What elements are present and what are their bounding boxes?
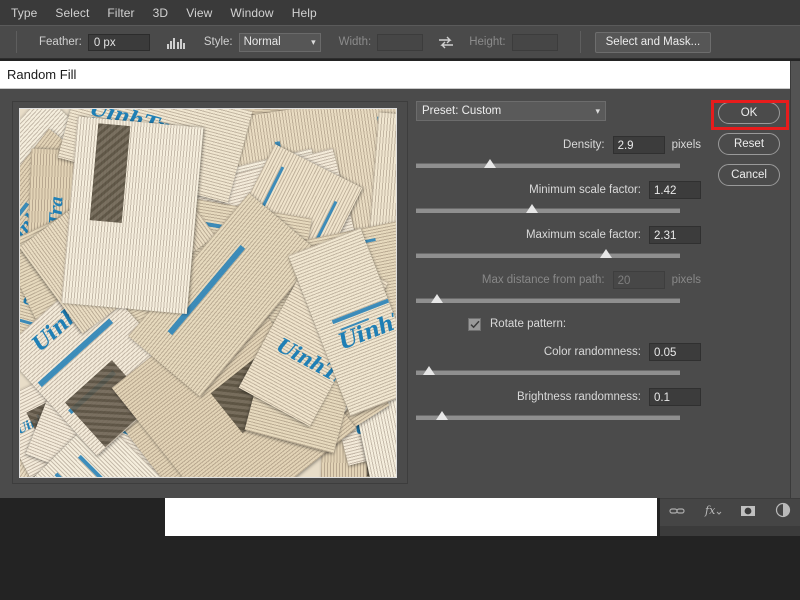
random-fill-dialog: Random Fill UinhTraUinhTraUinhTraUinhTra… <box>0 61 790 498</box>
slider-thumb[interactable] <box>600 249 613 258</box>
menu-item-select[interactable]: Select <box>46 3 98 23</box>
svg-text:fx: fx <box>704 504 716 517</box>
preset-select[interactable]: Preset: Custom ▾ <box>416 101 606 121</box>
slider-track <box>416 253 680 258</box>
control-density: Density: 2.9 pixels <box>416 135 701 171</box>
style-label: Style: <box>203 36 233 48</box>
layers-panel-toolbar: fx <box>660 498 800 526</box>
maximum-scale-factor-slider[interactable] <box>416 249 680 261</box>
slider-track <box>416 370 680 375</box>
options-divider-1 <box>16 31 17 53</box>
feather-label: Feather: <box>39 36 82 48</box>
rotate-pattern-label: Rotate pattern: <box>490 318 567 330</box>
minimum-scale-factor-slider[interactable] <box>416 204 680 216</box>
dialog-body: UinhTraUinhTraUinhTraUinhTraUinhTraUinhT… <box>0 89 790 498</box>
max-distance-from-path-unit: pixels <box>671 274 701 286</box>
link-layers-icon[interactable] <box>669 504 685 522</box>
checkmark-icon <box>469 320 480 328</box>
chevron-down-icon: ▾ <box>311 36 316 47</box>
slider-thumb[interactable] <box>526 204 539 213</box>
color-randomness-label: Color randomness: <box>543 346 641 358</box>
density-slider[interactable] <box>416 159 680 171</box>
control-brightness-randomness: Brightness randomness: 0.1 <box>416 387 701 423</box>
select-and-mask-button[interactable]: Select and Mask... <box>594 31 712 53</box>
density-input[interactable]: 2.9 <box>612 136 665 154</box>
feather-input[interactable]: 0 px <box>87 33 150 51</box>
menu-item-type[interactable]: Type <box>2 3 46 23</box>
minimum-scale-factor-label: Minimum scale factor: <box>529 184 641 196</box>
rotate-pattern-row[interactable]: Rotate pattern: <box>416 314 753 334</box>
slider-track <box>416 163 680 168</box>
ok-button[interactable]: OK <box>718 102 780 124</box>
fx-icon[interactable]: fx <box>704 503 722 522</box>
tool-options-bar: Feather: 0 px Style: Normal ▾ Width: Hei… <box>0 25 800 59</box>
scrap-text-lines <box>61 116 205 315</box>
minimum-scale-factor-input[interactable]: 1.42 <box>649 181 701 199</box>
style-select[interactable]: Normal ▾ <box>238 32 321 52</box>
style-select-value: Normal <box>243 36 281 48</box>
max-distance-from-path-label: Max distance from path: <box>481 274 605 286</box>
slider-thumb[interactable] <box>436 411 449 420</box>
photoshop-window: Type Select Filter 3D View Window Help F… <box>0 0 800 600</box>
preview-frame: UinhTraUinhTraUinhTraUinhTraUinhTraUinhT… <box>12 101 408 484</box>
slider-track <box>416 298 680 303</box>
density-label: Density: <box>563 139 605 151</box>
layer-mask-icon[interactable] <box>740 504 756 522</box>
width-input[interactable] <box>377 33 424 51</box>
document-canvas-sliver <box>165 498 657 536</box>
adjustment-layer-icon[interactable] <box>775 502 791 523</box>
control-maximum-scale-factor: Maximum scale factor: 2.31 <box>416 225 701 261</box>
slider-thumb[interactable] <box>423 366 436 375</box>
menu-bar: Type Select Filter 3D View Window Help <box>0 0 800 25</box>
slider-thumb[interactable] <box>483 159 496 168</box>
color-randomness-input[interactable]: 0.05 <box>649 343 701 361</box>
workspace-background-bottom <box>0 536 800 600</box>
rotate-pattern-checkbox[interactable] <box>468 317 481 331</box>
histogram-icon[interactable] <box>166 35 186 49</box>
panel-status-strip <box>660 526 800 536</box>
dialog-buttons: OK Reset Cancel <box>718 102 780 195</box>
brightness-randomness-label: Brightness randomness: <box>516 391 641 403</box>
menu-item-window[interactable]: Window <box>221 3 282 23</box>
slider-track <box>416 415 680 420</box>
max-distance-from-path-slider <box>416 294 680 306</box>
maximum-scale-factor-input[interactable]: 2.31 <box>649 226 701 244</box>
max-distance-from-path-input: 20 <box>612 271 665 289</box>
right-panel-strip <box>790 61 800 498</box>
brightness-randomness-input[interactable]: 0.1 <box>649 388 701 406</box>
menu-item-view[interactable]: View <box>177 3 221 23</box>
menu-item-filter[interactable]: Filter <box>98 3 143 23</box>
density-unit: pixels <box>671 139 701 151</box>
preset-select-value: Preset: Custom <box>422 105 502 117</box>
control-minimum-scale-factor: Minimum scale factor: 1.42 <box>416 180 701 216</box>
brightness-randomness-slider[interactable] <box>416 411 680 423</box>
cancel-button[interactable]: Cancel <box>718 164 780 186</box>
slider-track <box>416 208 680 213</box>
swap-arrows-icon[interactable] <box>437 35 455 49</box>
options-divider-2 <box>579 31 581 53</box>
control-max-distance-from-path: Max distance from path: 20 pixels <box>416 270 701 306</box>
menu-item-help[interactable]: Help <box>283 3 326 23</box>
reset-button[interactable]: Reset <box>718 133 780 155</box>
slider-thumb <box>431 294 444 303</box>
preset-row: Preset: Custom ▾ <box>416 101 606 121</box>
dialog-titlebar: Random Fill <box>0 61 790 89</box>
width-label: Width: <box>338 36 372 48</box>
dialog-title: Random Fill <box>7 67 77 82</box>
newspaper-scrap <box>61 116 205 315</box>
preview-image[interactable]: UinhTraUinhTraUinhTraUinhTraUinhTraUinhT… <box>19 108 397 478</box>
maximum-scale-factor-label: Maximum scale factor: <box>525 229 641 241</box>
menu-item-3d[interactable]: 3D <box>144 3 178 23</box>
color-randomness-slider[interactable] <box>416 366 680 378</box>
chevron-down-icon: ▾ <box>595 105 600 116</box>
height-label: Height: <box>469 36 506 48</box>
height-input[interactable] <box>511 33 558 51</box>
control-color-randomness: Color randomness: 0.05 <box>416 342 701 378</box>
controls-column: Preset: Custom ▾ Density: 2.9 pixels Min… <box>416 101 701 486</box>
